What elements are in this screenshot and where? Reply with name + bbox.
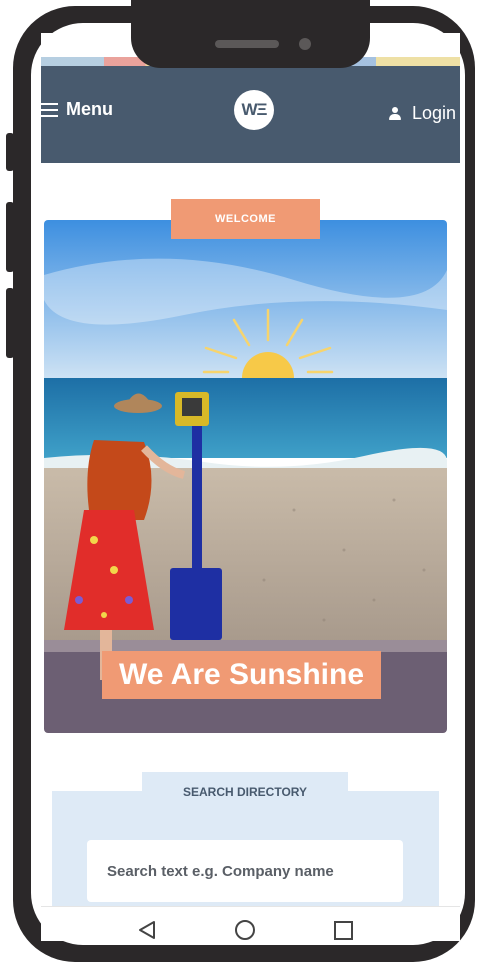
home-circle-icon[interactable]: [235, 920, 255, 940]
phone-screen: Menu WΞ Login WELCOME We Are Sunshine SE…: [41, 33, 460, 941]
user-icon: [388, 106, 402, 122]
speaker-grille: [215, 40, 279, 48]
search-input[interactable]: [87, 840, 403, 902]
site-logo[interactable]: WΞ: [234, 90, 274, 130]
phone-notch: [131, 0, 370, 68]
back-triangle-icon[interactable]: [137, 920, 157, 941]
menu-button[interactable]: Menu: [41, 99, 113, 120]
login-label: Login: [411, 103, 456, 123]
front-camera: [299, 38, 311, 50]
menu-label: Menu: [66, 99, 113, 119]
search-directory-label: SEARCH DIRECTORY: [142, 772, 348, 812]
android-navigation-bar: [41, 906, 460, 941]
login-button[interactable]: Login: [388, 103, 456, 124]
hero-title: We Are Sunshine: [102, 651, 381, 699]
welcome-label: WELCOME: [171, 199, 320, 239]
hamburger-icon: [41, 102, 58, 117]
recent-square-icon[interactable]: [334, 921, 353, 940]
